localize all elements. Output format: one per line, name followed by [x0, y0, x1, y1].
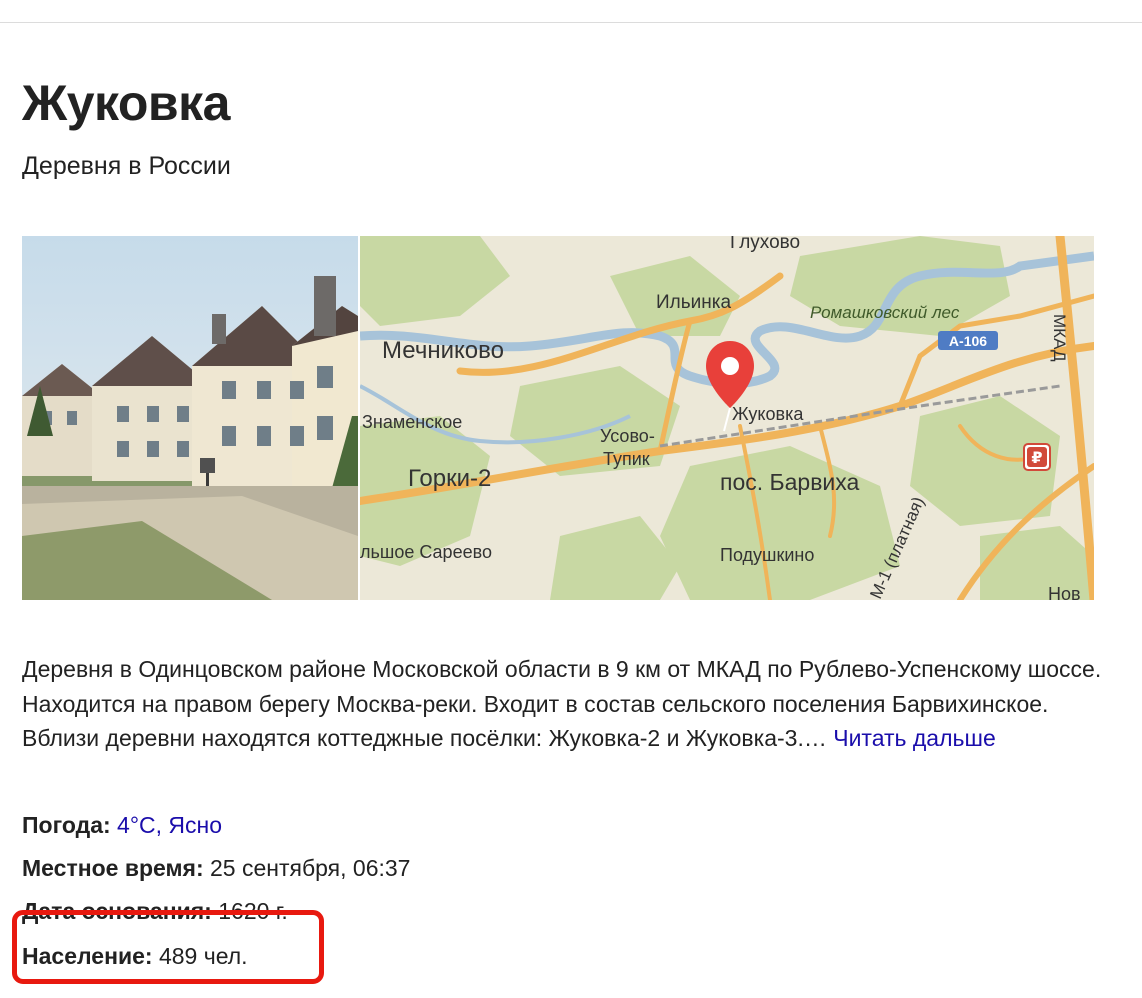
- fact-weather-label: Погода:: [22, 812, 111, 838]
- map-label-znamenskoe: Знаменское: [362, 412, 462, 432]
- map-label-tupik: Тупик: [603, 449, 650, 469]
- map-label-nov: Нов: [1048, 584, 1081, 600]
- map-label-usovo: Усово-: [600, 426, 655, 446]
- map-label-zhukovka: Жуковка: [732, 404, 804, 424]
- top-divider: [0, 22, 1142, 23]
- map-label-gluhovo: Глухово: [730, 236, 800, 253]
- fact-weather: Погода: 4°C, Ясно: [22, 812, 222, 839]
- map-label-romashkovsky: Ромашковский лес: [810, 303, 960, 322]
- population-highlight-box: [12, 910, 324, 984]
- location-map[interactable]: Глухово Ильинка Ромашковский лес Мечнико…: [360, 236, 1094, 600]
- map-label-ilinka: Ильинка: [656, 292, 731, 313]
- village-photo[interactable]: [22, 236, 358, 600]
- map-label-podushkino: Подушкино: [720, 545, 814, 565]
- map-label-mechnikovo: Мечниково: [382, 337, 504, 364]
- fact-time-label: Местное время:: [22, 855, 204, 881]
- page-title: Жуковка: [22, 75, 230, 131]
- fact-time-value: 25 сентября, 06:37: [210, 855, 411, 881]
- fact-local-time: Местное время: 25 сентября, 06:37: [22, 855, 410, 882]
- page-subtitle: Деревня в России: [22, 152, 231, 180]
- map-label-barviha: пос. Барвиха: [720, 469, 860, 495]
- svg-text:₽: ₽: [1031, 450, 1042, 467]
- map-label-saree: льшое Сареево: [360, 542, 492, 562]
- road-badge-a106-label: А-106: [949, 333, 987, 349]
- read-more-link[interactable]: Читать дальше: [833, 725, 996, 751]
- description: Деревня в Одинцовском районе Московской …: [22, 652, 1112, 756]
- weather-link[interactable]: 4°C, Ясно: [117, 812, 222, 838]
- map-label-mkad: МКАД: [1050, 314, 1069, 362]
- map-label-gorki2: Горки-2: [408, 465, 491, 492]
